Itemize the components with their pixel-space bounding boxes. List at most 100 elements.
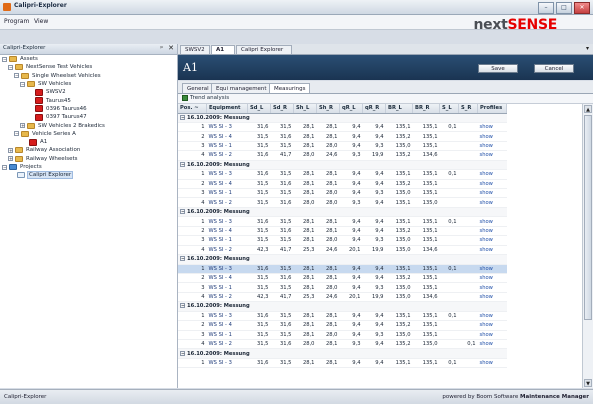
scroll-down-arrow[interactable]: ▼ xyxy=(584,379,592,387)
column-header[interactable]: BR_R xyxy=(412,104,440,114)
show-profile-link[interactable]: show xyxy=(477,188,507,199)
minimize-button[interactable]: – xyxy=(538,2,554,14)
collapse-icon[interactable]: − xyxy=(180,350,185,357)
table-row[interactable]: 2 WS SI - 4 31,5 31,6 28,1 28,1 9,4 9,4 135,2 135… xyxy=(178,131,507,142)
tab-swsv2[interactable]: SWSV2 xyxy=(180,45,210,54)
table-row[interactable]: 3 WS SI - 1 31,5 31,5 28,1 28,0 9,4 9,3 135,0 135… xyxy=(178,282,507,293)
column-header[interactable]: Profiles xyxy=(477,104,507,114)
table-row[interactable]: 3 WS SI - 1 31,5 31,5 28,1 28,0 9,4 9,3 135,0 135… xyxy=(178,235,507,246)
group-row[interactable]: −16.10.2009: Messung xyxy=(178,207,507,218)
group-row[interactable]: −16.10.2009: Messung xyxy=(178,113,507,123)
table-row[interactable]: 3 WS SI - 1 31,5 31,5 28,1 28,0 9,4 9,3 135,0 135… xyxy=(178,141,507,152)
collapse-icon[interactable]: − xyxy=(180,161,185,168)
table-row[interactable]: 4 WS SI - 2 42,3 41,7 25,3 24,6 20,1 19,9 135,0 1… xyxy=(178,292,507,303)
expander-icon[interactable]: + xyxy=(20,123,25,129)
table-row[interactable]: 1 WS SI - 3 31,6 31,5 28,1 28,1 9,4 9,4 135,1 135… xyxy=(178,216,507,227)
expander-icon[interactable]: − xyxy=(20,81,25,88)
table-row[interactable]: 2 WS SI - 4 31,5 31,6 28,1 28,1 9,4 9,4 135,2 135… xyxy=(178,179,507,190)
show-profile-link[interactable]: show xyxy=(477,226,507,237)
tree-node[interactable]: Taurus45 xyxy=(0,96,176,105)
show-profile-link[interactable]: show xyxy=(477,216,507,227)
show-profile-link[interactable]: show xyxy=(477,358,507,369)
table-row[interactable]: 1 WS SI - 3 31,6 31,5 28,1 28,1 9,4 9,4 135,1 135… xyxy=(178,169,507,180)
group-row[interactable]: −16.10.2009: Messung xyxy=(178,301,507,312)
table-row[interactable]: 1 WS SI - 3 31,6 31,5 28,1 28,1 9,4 9,4 135,1 135… xyxy=(178,358,507,369)
menu-program[interactable]: Program xyxy=(4,18,29,25)
table-row[interactable]: 3 WS SI - 1 31,5 31,5 28,1 28,0 9,4 9,3 135,0 135… xyxy=(178,188,507,199)
column-header[interactable]: Sh_L xyxy=(293,104,317,114)
tab-equi-management[interactable]: Equi management xyxy=(211,83,272,93)
show-profile-link[interactable]: show xyxy=(477,330,507,341)
tab-a1[interactable]: A1 ✕ xyxy=(211,45,235,62)
tab-calipri-explorer[interactable]: Calipri Explorer xyxy=(236,45,292,54)
show-profile-link[interactable]: show xyxy=(477,339,507,350)
show-profile-link[interactable]: show xyxy=(477,150,507,161)
vertical-scrollbar[interactable]: ▲ ▼ xyxy=(582,104,593,388)
expander-icon[interactable]: − xyxy=(14,131,19,137)
tab-measurings[interactable]: Measurings xyxy=(269,83,311,93)
table-row[interactable]: 1 WS SI - 3 31,6 31,5 28,1 28,1 9,4 9,4 135,1 135… xyxy=(178,311,507,322)
expander-icon[interactable]: + xyxy=(8,147,13,154)
show-profile-link[interactable]: show xyxy=(477,282,507,293)
column-header[interactable]: qR_L xyxy=(339,104,363,114)
column-header[interactable]: S_L xyxy=(439,104,459,114)
show-profile-link[interactable]: show xyxy=(477,179,507,190)
maximize-button[interactable]: □ xyxy=(556,2,572,14)
collapse-icon[interactable]: − xyxy=(180,209,185,215)
group-row[interactable]: −16.10.2009: Messung xyxy=(178,348,507,359)
tree-node[interactable]: − SW Vehicles xyxy=(0,80,176,88)
tree-node[interactable]: + SW Vehicles 2 Brakedics xyxy=(0,121,176,129)
table-row[interactable]: 1 WS SI - 3 31,6 31,5 28,1 28,1 9,4 9,4 135,1 135… xyxy=(178,264,507,274)
expander-icon[interactable]: + xyxy=(8,156,13,162)
show-profile-link[interactable]: show xyxy=(477,245,507,256)
table-row[interactable]: 2 WS SI - 4 31,5 31,6 28,1 28,1 9,4 9,4 135,2 135… xyxy=(178,320,507,331)
table-row[interactable]: 4 WS SI - 2 31,5 31,6 28,0 28,0 9,3 9,4 135,1 135… xyxy=(178,197,507,208)
show-profile-link[interactable]: show xyxy=(477,122,507,133)
show-profile-link[interactable]: show xyxy=(477,273,507,284)
table-row[interactable]: 1 WS SI - 3 31,6 31,5 28,1 28,1 9,4 9,4 135,1 135… xyxy=(178,122,507,133)
table-row[interactable]: 4 WS SI - 2 31,6 41,7 28,0 24,6 9,3 19,9 135,2 13… xyxy=(178,150,507,161)
column-header[interactable]: S_R xyxy=(458,104,478,114)
show-profile-link[interactable]: show xyxy=(477,131,507,142)
tree-node[interactable]: − Assets xyxy=(0,55,176,63)
show-profile-link[interactable]: show xyxy=(477,292,507,303)
tab-general[interactable]: General xyxy=(182,83,214,93)
table-row[interactable]: 4 WS SI - 2 42,3 41,7 25,3 24,6 20,1 19,9 135,0 1… xyxy=(178,245,507,256)
show-profile-link[interactable]: show xyxy=(477,311,507,322)
tree-node[interactable]: − NextSense Test Vehicles xyxy=(0,63,176,71)
show-profile-link[interactable]: show xyxy=(477,264,507,274)
expander-icon[interactable]: − xyxy=(2,164,7,171)
tree-node[interactable]: − Projects xyxy=(0,163,176,171)
tree-node[interactable]: Calipri Explorer xyxy=(0,171,176,180)
save-button[interactable]: Save xyxy=(478,64,518,73)
column-header[interactable]: BR_L xyxy=(385,104,413,114)
menu-view[interactable]: View xyxy=(34,18,48,25)
scroll-thumb[interactable] xyxy=(584,115,592,320)
group-row[interactable]: −16.10.2009: Messung xyxy=(178,160,507,171)
tree-node[interactable]: − Vehicle Series A xyxy=(0,130,176,138)
tree-node[interactable]: SWSV2 xyxy=(0,88,176,96)
tree-node[interactable]: 0397 Taurus47 xyxy=(0,113,176,121)
tree-node[interactable]: A1 xyxy=(0,138,176,146)
show-profile-link[interactable]: show xyxy=(477,235,507,246)
show-profile-link[interactable]: show xyxy=(477,320,507,331)
table-row[interactable]: 2 WS SI - 4 31,5 31,6 28,1 28,1 9,4 9,4 135,2 135… xyxy=(178,226,507,237)
column-header[interactable]: Equipment xyxy=(206,104,248,114)
pin-icon[interactable]: ᵖ xyxy=(160,45,163,52)
show-profile-link[interactable]: show xyxy=(477,141,507,152)
column-header[interactable]: Sd_L xyxy=(247,104,271,114)
column-header[interactable]: qR_R xyxy=(362,104,386,114)
collapse-icon[interactable]: − xyxy=(180,256,185,262)
tree-node[interactable]: + Railway Wheelsets xyxy=(0,155,176,163)
column-header[interactable]: Sd_R xyxy=(270,104,294,114)
trend-analysis-button[interactable]: Trend analysis xyxy=(182,95,229,101)
column-header[interactable]: Pos. ~ xyxy=(178,104,207,114)
show-profile-link[interactable]: show xyxy=(477,169,507,180)
pane-close-icon[interactable]: ✕ xyxy=(168,44,174,52)
expander-icon[interactable]: − xyxy=(8,64,13,71)
tree-node[interactable]: 0396 Taurus46 xyxy=(0,105,176,113)
scroll-up-arrow[interactable]: ▲ xyxy=(584,105,592,113)
expander-icon[interactable]: − xyxy=(14,73,19,79)
column-header[interactable]: Sh_R xyxy=(316,104,340,114)
collapse-icon[interactable]: − xyxy=(180,114,185,121)
